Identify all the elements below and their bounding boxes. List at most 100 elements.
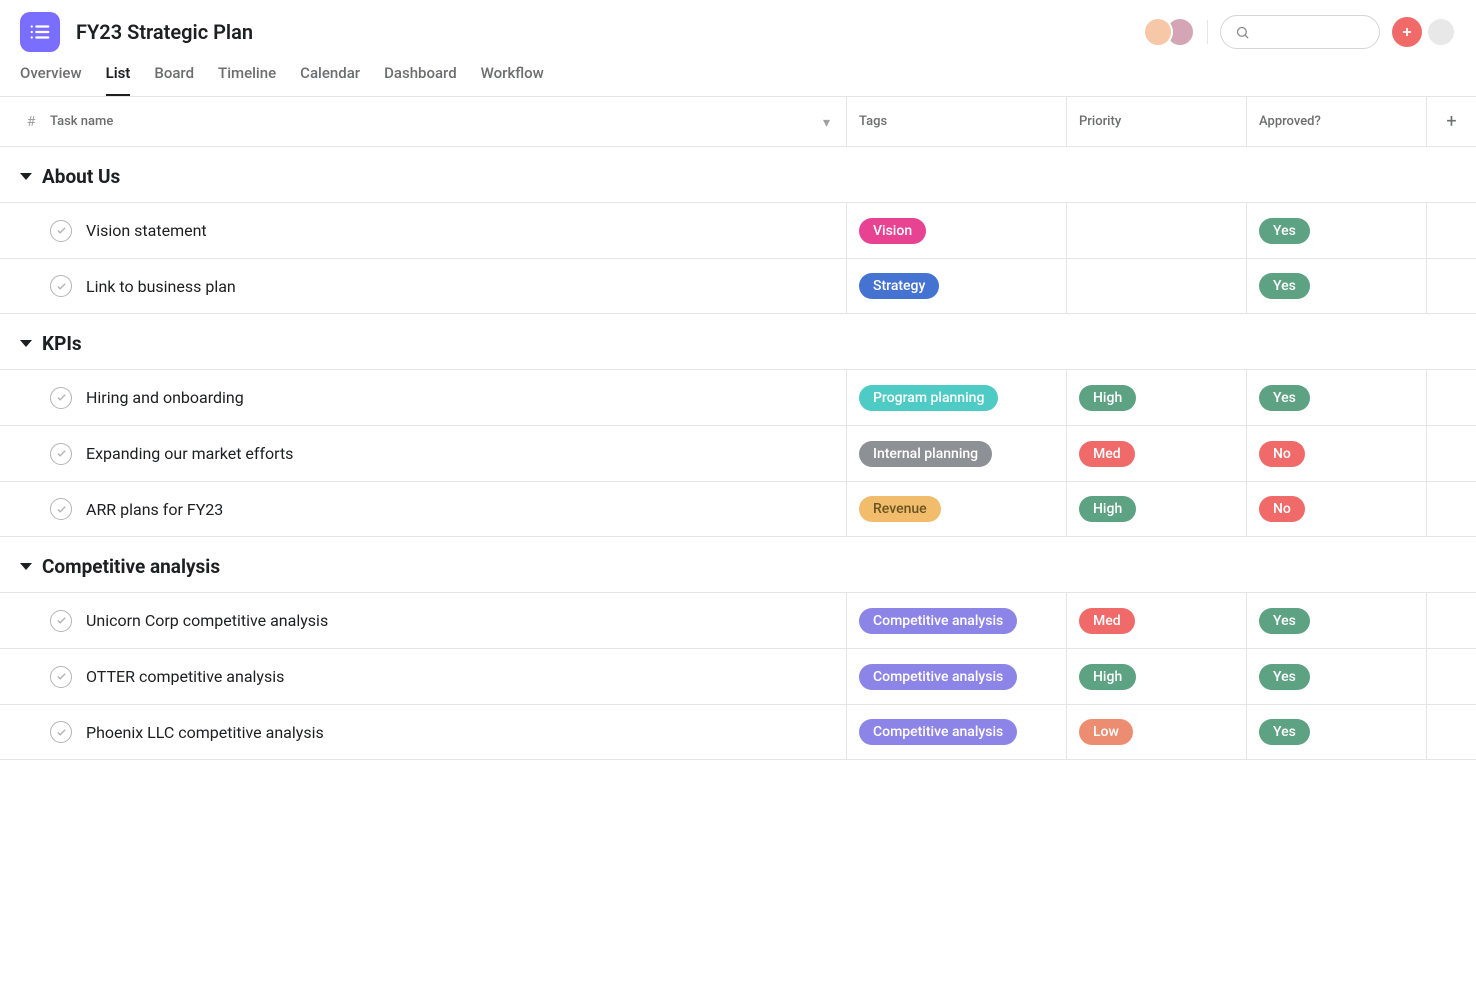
tag-cell[interactable]: Internal planning — [846, 426, 1066, 481]
priority-cell[interactable] — [1066, 203, 1246, 258]
complete-checkbox[interactable] — [50, 443, 72, 465]
complete-checkbox[interactable] — [50, 610, 72, 632]
tag-pill[interactable]: Competitive analysis — [859, 664, 1017, 690]
task-cell[interactable]: Expanding our market efforts — [42, 443, 846, 465]
task-cell[interactable]: Unicorn Corp competitive analysis — [42, 610, 846, 632]
caret-down-icon[interactable] — [20, 173, 32, 180]
task-name[interactable]: OTTER competitive analysis — [86, 667, 284, 686]
tag-pill[interactable]: Competitive analysis — [859, 719, 1017, 745]
priority-pill[interactable]: Med — [1079, 441, 1135, 467]
task-name[interactable]: Vision statement — [86, 221, 207, 240]
task-name[interactable]: ARR plans for FY23 — [86, 500, 223, 519]
search-box[interactable] — [1220, 15, 1380, 49]
avatar-member-1[interactable] — [1143, 17, 1173, 47]
member-avatars[interactable] — [1143, 17, 1195, 47]
tag-pill[interactable]: Strategy — [859, 273, 939, 299]
task-cell[interactable]: Link to business plan — [42, 275, 846, 297]
tab-workflow[interactable]: Workflow — [481, 64, 544, 96]
caret-down-icon[interactable] — [20, 563, 32, 570]
section-header[interactable]: Competitive analysis — [0, 537, 1476, 592]
task-cell[interactable]: ARR plans for FY23 — [42, 498, 846, 520]
approved-cell[interactable]: No — [1246, 482, 1426, 536]
search-input[interactable] — [1258, 24, 1365, 40]
tag-cell[interactable]: Strategy — [846, 259, 1066, 313]
task-name[interactable]: Expanding our market efforts — [86, 444, 293, 463]
tab-list[interactable]: List — [106, 64, 131, 96]
section-header[interactable]: KPIs — [0, 314, 1476, 369]
tag-cell[interactable]: Revenue — [846, 482, 1066, 536]
approved-pill[interactable]: Yes — [1259, 719, 1310, 745]
project-title[interactable]: FY23 Strategic Plan — [76, 20, 253, 44]
tag-pill[interactable]: Vision — [859, 218, 926, 244]
priority-pill[interactable]: High — [1079, 664, 1136, 690]
col-tags[interactable]: Tags — [859, 114, 887, 129]
approved-cell[interactable]: Yes — [1246, 593, 1426, 648]
task-name[interactable]: Phoenix LLC competitive analysis — [86, 723, 324, 742]
table-row[interactable]: Vision statement Vision Yes — [0, 202, 1476, 258]
tab-calendar[interactable]: Calendar — [300, 64, 360, 96]
task-cell[interactable]: Vision statement — [42, 220, 846, 242]
col-task-name[interactable]: Task name — [50, 114, 113, 129]
tag-pill[interactable]: Program planning — [859, 385, 998, 411]
priority-cell[interactable]: Med — [1066, 593, 1246, 648]
task-cell[interactable]: Hiring and onboarding — [42, 387, 846, 409]
tab-board[interactable]: Board — [154, 64, 194, 96]
tab-overview[interactable]: Overview — [20, 64, 82, 96]
priority-cell[interactable]: High — [1066, 482, 1246, 536]
chevron-down-icon[interactable] — [823, 112, 830, 131]
section-header[interactable]: About Us — [0, 147, 1476, 202]
approved-cell[interactable]: No — [1246, 426, 1426, 481]
tag-pill[interactable]: Internal planning — [859, 441, 992, 467]
approved-pill[interactable]: Yes — [1259, 385, 1310, 411]
table-row[interactable]: OTTER competitive analysis Competitive an… — [0, 648, 1476, 704]
priority-cell[interactable]: High — [1066, 649, 1246, 704]
task-cell[interactable]: OTTER competitive analysis — [42, 666, 846, 688]
tag-pill[interactable]: Revenue — [859, 496, 941, 522]
add-column-button[interactable]: + — [1426, 97, 1476, 146]
approved-cell[interactable]: Yes — [1246, 259, 1426, 313]
approved-cell[interactable]: Yes — [1246, 705, 1426, 759]
tag-pill[interactable]: Competitive analysis — [859, 608, 1017, 634]
priority-pill[interactable]: Low — [1079, 719, 1133, 745]
approved-cell[interactable]: Yes — [1246, 203, 1426, 258]
tag-cell[interactable]: Program planning — [846, 370, 1066, 425]
approved-pill[interactable]: Yes — [1259, 218, 1310, 244]
priority-pill[interactable]: High — [1079, 496, 1136, 522]
col-priority[interactable]: Priority — [1079, 114, 1121, 129]
priority-cell[interactable]: High — [1066, 370, 1246, 425]
priority-cell[interactable]: Med — [1066, 426, 1246, 481]
complete-checkbox[interactable] — [50, 666, 72, 688]
table-row[interactable]: ARR plans for FY23 Revenue High No — [0, 481, 1476, 537]
caret-down-icon[interactable] — [20, 340, 32, 347]
table-row[interactable]: Unicorn Corp competitive analysis Competi… — [0, 592, 1476, 648]
task-name[interactable]: Link to business plan — [86, 277, 236, 296]
tab-dashboard[interactable]: Dashboard — [384, 64, 457, 96]
priority-cell[interactable]: Low — [1066, 705, 1246, 759]
user-avatar[interactable] — [1426, 17, 1456, 47]
add-button[interactable] — [1392, 17, 1422, 47]
approved-pill[interactable]: No — [1259, 441, 1305, 467]
approved-pill[interactable]: Yes — [1259, 273, 1310, 299]
table-row[interactable]: Phoenix LLC competitive analysis Competit… — [0, 704, 1476, 760]
approved-pill[interactable]: Yes — [1259, 608, 1310, 634]
complete-checkbox[interactable] — [50, 275, 72, 297]
table-row[interactable]: Expanding our market efforts Internal pla… — [0, 425, 1476, 481]
tag-cell[interactable]: Competitive analysis — [846, 705, 1066, 759]
complete-checkbox[interactable] — [50, 498, 72, 520]
complete-checkbox[interactable] — [50, 220, 72, 242]
priority-cell[interactable] — [1066, 259, 1246, 313]
tag-cell[interactable]: Competitive analysis — [846, 593, 1066, 648]
approved-pill[interactable]: No — [1259, 496, 1305, 522]
tab-timeline[interactable]: Timeline — [218, 64, 276, 96]
tag-cell[interactable]: Competitive analysis — [846, 649, 1066, 704]
complete-checkbox[interactable] — [50, 387, 72, 409]
col-approved[interactable]: Approved? — [1259, 114, 1321, 129]
approved-cell[interactable]: Yes — [1246, 649, 1426, 704]
priority-pill[interactable]: Med — [1079, 608, 1135, 634]
priority-pill[interactable]: High — [1079, 385, 1136, 411]
project-icon[interactable] — [20, 12, 60, 52]
approved-pill[interactable]: Yes — [1259, 664, 1310, 690]
complete-checkbox[interactable] — [50, 721, 72, 743]
task-name[interactable]: Hiring and onboarding — [86, 388, 244, 407]
table-row[interactable]: Hiring and onboarding Program planning Hig… — [0, 369, 1476, 425]
